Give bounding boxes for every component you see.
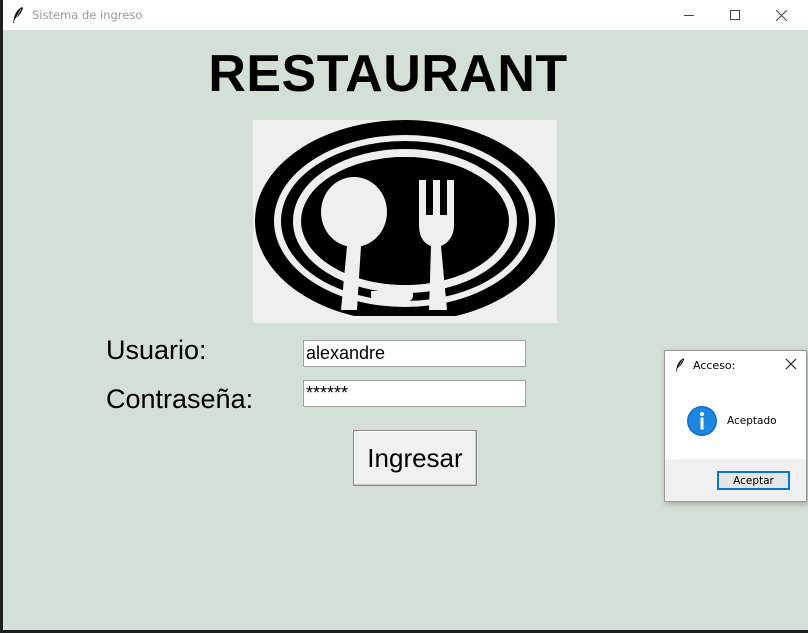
- password-input[interactable]: ******: [303, 380, 526, 407]
- close-icon[interactable]: [783, 356, 799, 372]
- minimize-button[interactable]: [666, 0, 712, 30]
- minimize-icon: [684, 15, 694, 16]
- feather-icon: [675, 358, 685, 372]
- access-dialog: Acceso: Aceptado Aceptar: [664, 350, 807, 502]
- title-bar[interactable]: Sistema de ingreso: [3, 0, 808, 30]
- page-title: RESTAURANT: [208, 45, 568, 103]
- feather-icon: [13, 7, 23, 23]
- close-button[interactable]: [758, 0, 804, 30]
- username-input[interactable]: alexandre: [303, 340, 526, 367]
- login-button[interactable]: Ingresar: [353, 430, 477, 486]
- close-icon: [775, 9, 787, 21]
- password-label: Contraseña:: [106, 384, 254, 414]
- maximize-button[interactable]: [712, 0, 758, 30]
- username-label: Usuario:: [106, 335, 207, 365]
- window-title: Sistema de ingreso: [32, 8, 143, 22]
- dialog-message: Aceptado: [727, 415, 777, 427]
- spoon-fork-plate-icon: [253, 120, 557, 323]
- dialog-title: Acceso:: [693, 359, 736, 372]
- restaurant-logo: [253, 120, 557, 323]
- dialog-footer: Aceptar: [665, 459, 806, 501]
- main-window: Sistema de ingreso RESTAURANT Usuario: a…: [3, 0, 808, 630]
- accept-button[interactable]: Aceptar: [717, 471, 790, 490]
- maximize-icon: [730, 10, 740, 20]
- info-icon: [687, 406, 717, 436]
